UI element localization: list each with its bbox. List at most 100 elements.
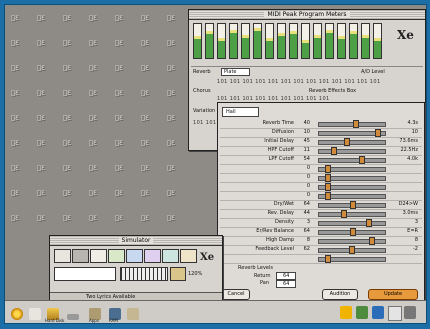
number-strip-1: 101 101 101 101 101 101 101 101 101 101 … bbox=[217, 79, 381, 85]
reverb-preset-select[interactable]: Plate bbox=[221, 68, 250, 76]
variation-label: Variation bbox=[193, 108, 216, 114]
slider-knob[interactable] bbox=[350, 201, 356, 209]
pan-field[interactable]: 64 bbox=[276, 280, 297, 288]
wallpaper-pattern-icon: ▯ε bbox=[11, 63, 19, 72]
wallpaper-pattern-icon: ▯ε bbox=[89, 38, 97, 47]
slider-knob[interactable] bbox=[325, 255, 331, 263]
wallpaper-pattern-icon: ▯ε bbox=[141, 13, 149, 22]
wallpaper-pattern-icon: ▯ε bbox=[63, 163, 71, 172]
level-meter-fill bbox=[314, 37, 321, 58]
parameter-value-field[interactable]: 10 bbox=[298, 129, 310, 135]
slider-knob[interactable] bbox=[325, 165, 331, 173]
wallpaper-pattern-icon: ▯ε bbox=[11, 38, 19, 47]
slider-knob[interactable] bbox=[375, 129, 381, 137]
slider-knob[interactable] bbox=[325, 192, 331, 200]
launcher-titlebar[interactable]: Simulator bbox=[50, 236, 222, 246]
parameter-value-field[interactable]: 45 bbox=[298, 138, 310, 144]
parameter-readout: 3 bbox=[414, 219, 418, 225]
launcher-xg-logo: Xe bbox=[200, 252, 215, 263]
level-meter-fill bbox=[218, 41, 225, 58]
parameter-slider[interactable] bbox=[318, 165, 386, 173]
parameter-label: Density bbox=[274, 219, 294, 225]
launcher-app-icon[interactable] bbox=[90, 249, 107, 263]
level-meter-peak bbox=[362, 34, 369, 38]
parameter-value-field[interactable]: 3 bbox=[298, 219, 310, 225]
preset-select[interactable]: Hall bbox=[222, 107, 259, 117]
task-icon-switcher[interactable] bbox=[404, 306, 416, 319]
wallpaper-pattern-icon: ▯ε bbox=[37, 38, 45, 47]
parameter-slider[interactable] bbox=[318, 228, 386, 236]
parameter-value-field[interactable]: 0 bbox=[298, 192, 310, 198]
parameter-slider[interactable] bbox=[318, 138, 386, 146]
wallpaper-pattern-icon: ▯ε bbox=[89, 138, 97, 147]
parameter-value-field[interactable]: 0 bbox=[298, 174, 310, 180]
parameter-label: Diffusion bbox=[271, 129, 294, 135]
parameter-value-field[interactable]: 44 bbox=[298, 210, 310, 216]
return-field[interactable]: 64 bbox=[276, 272, 297, 280]
parameter-slider[interactable] bbox=[318, 120, 386, 128]
parameter-slider[interactable] bbox=[318, 183, 386, 191]
launcher-app-icon[interactable] bbox=[72, 249, 89, 263]
parameter-value-field[interactable]: 64 bbox=[298, 201, 310, 207]
launcher-app-icon[interactable] bbox=[54, 249, 71, 263]
level-meter bbox=[217, 23, 226, 59]
task-icon-palette[interactable] bbox=[356, 306, 368, 319]
parameter-slider[interactable] bbox=[318, 255, 386, 263]
level-meter bbox=[373, 23, 382, 59]
launcher-app-icon[interactable] bbox=[180, 249, 197, 263]
parameter-value-field[interactable]: 0 bbox=[298, 183, 310, 189]
wallpaper-pattern-icon: ▯ε bbox=[37, 213, 45, 222]
task-icon-seven[interactable] bbox=[372, 306, 384, 319]
launcher-app-icon[interactable] bbox=[126, 249, 143, 263]
launcher-app-icon[interactable] bbox=[162, 249, 179, 263]
parameter-slider[interactable] bbox=[318, 210, 386, 218]
slider-knob[interactable] bbox=[341, 210, 347, 218]
parameter-value-field[interactable]: 11 bbox=[298, 147, 310, 153]
level-meter-fill bbox=[290, 34, 297, 58]
level-meter-peak bbox=[278, 32, 285, 36]
parameter-slider[interactable] bbox=[318, 174, 386, 182]
audition-button[interactable]: Audition bbox=[322, 289, 358, 300]
level-meter-peak bbox=[206, 31, 213, 35]
parameter-slider[interactable] bbox=[318, 129, 386, 137]
slider-knob[interactable] bbox=[325, 174, 331, 182]
wallpaper-pattern-icon: ▯ε bbox=[141, 213, 149, 222]
slider-knob[interactable] bbox=[366, 219, 372, 227]
parameter-slider[interactable] bbox=[318, 192, 386, 200]
slider-knob[interactable] bbox=[349, 246, 355, 254]
level-meter bbox=[325, 23, 334, 59]
display-icon[interactable] bbox=[170, 267, 186, 281]
mixer-title: MIDI Peak Program Meters bbox=[264, 11, 350, 18]
parameter-slider[interactable] bbox=[318, 147, 386, 155]
slider-knob[interactable] bbox=[359, 156, 365, 164]
wallpaper-pattern-icon: ▯ε bbox=[63, 113, 71, 122]
parameter-value-field[interactable]: 62 bbox=[298, 246, 310, 252]
slider-knob[interactable] bbox=[325, 183, 331, 191]
parameter-value-field[interactable]: 54 bbox=[298, 156, 310, 162]
level-meter bbox=[361, 23, 370, 59]
parameter-slider[interactable] bbox=[318, 201, 386, 209]
slider-knob[interactable] bbox=[369, 237, 375, 245]
parameter-slider[interactable] bbox=[318, 246, 386, 254]
level-meter-fill bbox=[266, 41, 273, 58]
parameter-value-field[interactable]: 64 bbox=[298, 228, 310, 234]
update-button[interactable]: Update bbox=[368, 289, 418, 300]
task-icon-notes[interactable] bbox=[388, 306, 402, 321]
slider-knob[interactable] bbox=[350, 228, 356, 236]
parameter-value-field[interactable]: 0 bbox=[298, 165, 310, 171]
mixer-titlebar[interactable]: MIDI Peak Program Meters bbox=[189, 10, 425, 20]
slider-knob[interactable] bbox=[331, 147, 337, 155]
cancel-button[interactable]: Cancel bbox=[222, 289, 250, 300]
task-icon-music[interactable] bbox=[340, 306, 352, 319]
parameter-slider[interactable] bbox=[318, 219, 386, 227]
slider-knob[interactable] bbox=[344, 138, 350, 146]
launcher-app-icon[interactable] bbox=[144, 249, 161, 263]
parameter-value-field[interactable]: 8 bbox=[298, 237, 310, 243]
launcher-app-icon[interactable] bbox=[108, 249, 125, 263]
parameter-label: LPF Cutoff bbox=[268, 156, 294, 162]
parameter-value-field[interactable]: 40 bbox=[298, 120, 310, 126]
parameter-readout: 8 bbox=[414, 237, 418, 243]
parameter-slider[interactable] bbox=[318, 237, 386, 245]
parameter-slider[interactable] bbox=[318, 156, 386, 164]
slider-knob[interactable] bbox=[353, 120, 359, 128]
